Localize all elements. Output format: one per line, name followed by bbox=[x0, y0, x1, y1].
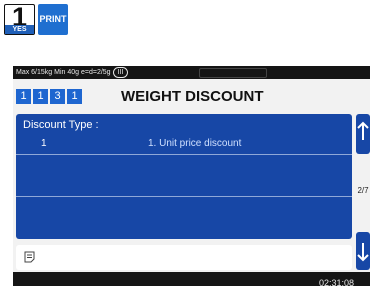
scale-screen: Max 6/15kg Min 40g e=d=2/5g III 1 1 3 1 W… bbox=[13, 66, 370, 272]
field-value: 1. Unit price discount bbox=[148, 138, 242, 149]
input-field[interactable] bbox=[16, 245, 352, 270]
arrow-up-icon bbox=[357, 121, 369, 140]
yes-key-icon[interactable]: 1 YES bbox=[4, 2, 35, 35]
fields-panel: Discount Type : 1 1. Unit price discount bbox=[16, 114, 352, 239]
header: 1 1 3 1 WEIGHT DISCOUNT bbox=[13, 79, 370, 111]
status-indicator-slot bbox=[199, 68, 267, 78]
field-index: 1 bbox=[41, 138, 47, 149]
menu-code-digit: 1 bbox=[67, 89, 82, 104]
field-row-empty[interactable] bbox=[16, 198, 352, 239]
page-title: WEIGHT DISCOUNT bbox=[121, 88, 264, 105]
capacity-text: Max 6/15kg Min 40g e=d=2/5g bbox=[16, 69, 111, 76]
capacity-info: Max 6/15kg Min 40g e=d=2/5g III bbox=[16, 66, 129, 79]
menu-code-digit: 3 bbox=[50, 89, 65, 104]
memo-icon bbox=[24, 251, 35, 263]
page-indicator: 2/7 bbox=[357, 186, 369, 195]
scroll-down-button[interactable] bbox=[356, 232, 370, 270]
yes-key-label: YES bbox=[5, 25, 34, 34]
status-bar: Max 6/15kg Min 40g e=d=2/5g III bbox=[13, 66, 370, 79]
menu-code-digit: 1 bbox=[16, 89, 31, 104]
clock: 02:31:08 bbox=[318, 278, 354, 288]
bottom-status-bar: 02:31:08 bbox=[13, 272, 370, 288]
arrow-down-icon bbox=[357, 243, 369, 262]
print-key-icon[interactable]: PRINT bbox=[38, 4, 68, 35]
menu-code-digit: 1 bbox=[33, 89, 48, 104]
accuracy-class-badge: III bbox=[112, 66, 129, 78]
scroll-up-button[interactable] bbox=[356, 114, 370, 154]
field-row-empty[interactable] bbox=[16, 156, 352, 197]
field-row-discount-type[interactable]: Discount Type : 1 1. Unit price discount bbox=[16, 114, 352, 155]
field-label: Discount Type : bbox=[23, 119, 99, 131]
